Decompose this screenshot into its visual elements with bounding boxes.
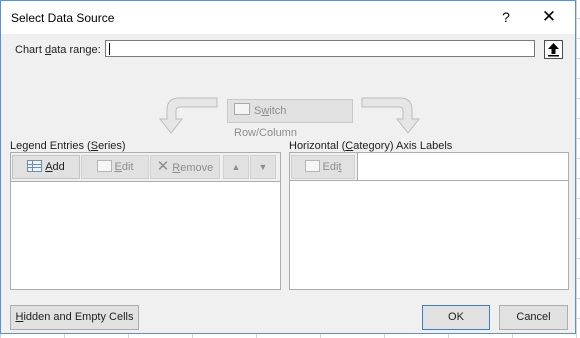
switch-row-column-button[interactable]: Switch Row/Column (227, 99, 353, 139)
switch-icon (234, 103, 250, 115)
add-series-button[interactable]: Add (12, 155, 80, 179)
edit-series-button[interactable]: Edit (81, 155, 149, 179)
help-button[interactable]: ? (496, 9, 516, 25)
chart-data-range-input[interactable] (105, 40, 535, 57)
upload-arrow-icon (548, 43, 559, 57)
text-caret (109, 43, 110, 55)
right-curved-arrow-icon (361, 97, 421, 134)
legend-entries-panel: Add Edit ✕ Remove ▲ ▼ (10, 152, 281, 290)
edit-icon (304, 160, 320, 172)
legend-toolbar: Add Edit ✕ Remove ▲ ▼ (11, 153, 280, 182)
dialog-title: Select Data Source (11, 11, 115, 25)
collapse-dialog-button[interactable] (544, 40, 563, 59)
move-down-button[interactable]: ▼ (250, 155, 276, 179)
close-button[interactable]: ✕ (537, 6, 561, 28)
axis-toolbar-divider (358, 180, 568, 181)
move-down-icon: ▼ (258, 162, 268, 172)
remove-x-icon: ✕ (156, 158, 170, 175)
chart-data-range-label: Chart data range: (15, 44, 101, 56)
cancel-button[interactable]: Cancel (499, 305, 568, 330)
move-up-icon: ▲ (231, 162, 241, 172)
ok-button[interactable]: OK (422, 305, 490, 330)
legend-entries-label: Legend Entries (Series) (10, 140, 126, 152)
axis-toolbar: Edit (290, 153, 358, 181)
axis-labels-label: Horizontal (Category) Axis Labels (289, 140, 453, 152)
remove-series-button[interactable]: ✕ Remove (150, 155, 220, 179)
select-data-source-dialog: Select Data Source ? ✕ Chart data range:… (0, 0, 576, 334)
axis-labels-panel: Edit (289, 152, 569, 290)
title-bar: Select Data Source ? ✕ (1, 1, 575, 34)
edit-axis-labels-button[interactable]: Edit (291, 155, 355, 179)
left-curved-arrow-icon (158, 97, 218, 134)
add-table-icon (27, 160, 43, 172)
move-up-button[interactable]: ▲ (223, 155, 249, 179)
edit-icon (96, 160, 112, 172)
hidden-empty-cells-button[interactable]: Hidden and Empty Cells (10, 305, 139, 330)
